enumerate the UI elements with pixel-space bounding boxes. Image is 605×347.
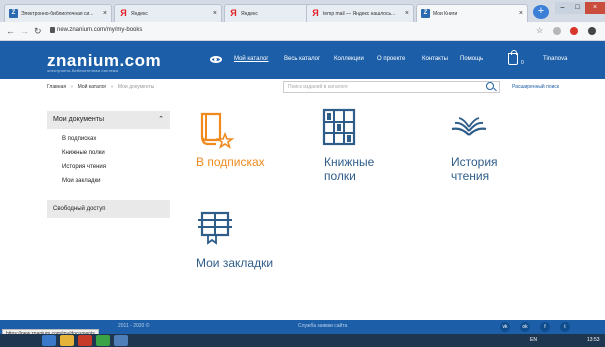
extension-icon[interactable] xyxy=(553,27,561,35)
windows-taskbar: EN 13:53 xyxy=(0,334,605,347)
taskbar-folder-icon[interactable] xyxy=(60,335,74,346)
taskbar-ie-icon[interactable] xyxy=(42,335,56,346)
tile-subscriptions-label[interactable]: В подписках xyxy=(196,155,265,169)
new-tab-button[interactable]: + xyxy=(533,5,549,19)
sidebar-item-bookmarks[interactable]: Мои закладки xyxy=(62,178,101,184)
browser-tab[interactable]: Z Электронно-библиотечная си... × xyxy=(4,4,112,22)
user-name-link[interactable]: Tinanova xyxy=(543,56,567,62)
nav-collections[interactable]: Коллекции xyxy=(334,56,364,62)
nav-help[interactable]: Помощь xyxy=(460,56,483,62)
znanium-favicon-icon: Z xyxy=(9,9,18,18)
nav-my-catalog[interactable]: Мой каталог xyxy=(234,56,269,62)
minimize-button[interactable]: – xyxy=(555,2,570,14)
tile-reading-history[interactable] xyxy=(450,117,488,144)
tile-bookmarks[interactable] xyxy=(196,210,236,251)
breadcrumb-separator: » xyxy=(110,84,114,90)
advanced-search-link[interactable]: Расширенный поиск xyxy=(512,84,559,90)
social-facebook-icon[interactable]: f xyxy=(540,322,550,332)
sidebar-free-access[interactable]: Свободный доступ xyxy=(47,200,170,218)
search-input[interactable]: Поиск изданий в каталоге xyxy=(283,81,500,93)
back-arrow-icon[interactable]: ← xyxy=(6,26,15,36)
yandex-favicon-icon: Я xyxy=(312,8,319,18)
window-controls: – □ × xyxy=(555,2,605,14)
tile-bookmarks-label[interactable]: Мои закладки xyxy=(196,256,273,270)
search-icon[interactable] xyxy=(486,82,494,90)
taskbar-chrome-icon[interactable] xyxy=(96,335,110,346)
taskbar-word-icon[interactable] xyxy=(114,335,128,346)
taskbar-language[interactable]: EN xyxy=(530,337,537,343)
extension-red-icon[interactable] xyxy=(570,27,578,35)
bookmark-reader-icon xyxy=(198,211,232,245)
taskbar-clock[interactable]: 13:53 xyxy=(587,337,600,343)
tile-subscriptions[interactable] xyxy=(196,110,236,155)
znanium-favicon-icon: Z xyxy=(421,9,430,18)
book-star-icon xyxy=(200,112,235,149)
forward-arrow-icon[interactable]: → xyxy=(20,26,29,36)
social-ok-icon[interactable]: ok xyxy=(520,322,530,332)
site-header: znanium.com электронно-библиотечная сист… xyxy=(0,41,605,79)
documents-sidebar: Мои документы ⌃ В подписках Книжные полк… xyxy=(47,111,170,219)
close-tab-icon[interactable]: × xyxy=(405,10,409,17)
sidebar-item-bookshelves[interactable]: Книжные полки xyxy=(62,150,105,156)
chevron-up-icon[interactable]: ⌃ xyxy=(158,115,164,123)
tile-reading-history-label[interactable]: История чтения xyxy=(451,155,498,183)
browser-tab[interactable]: Я Яндекс × xyxy=(114,4,222,22)
close-tab-icon[interactable]: × xyxy=(103,10,107,17)
open-book-icon xyxy=(451,117,487,136)
address-bar: ← → ↻ new.znanium.com/my/my-books ☆ xyxy=(0,22,605,41)
reload-icon[interactable]: ↻ xyxy=(34,26,42,37)
browser-tab[interactable]: Я temp mail — Яндекс нашлось... × xyxy=(306,4,414,22)
nav-all-catalog[interactable]: Весь каталог xyxy=(284,56,320,62)
breadcrumb: Главная » Мой каталог » Мои документы xyxy=(47,84,157,90)
footer-copyright: 2011 - 2020 © xyxy=(118,323,150,329)
browser-tab-active[interactable]: Z Мои Книги × xyxy=(416,4,528,22)
accessibility-eye-icon[interactable] xyxy=(210,56,222,63)
nav-contacts[interactable]: Контакты xyxy=(422,56,448,62)
nav-about[interactable]: О проекте xyxy=(377,56,405,62)
url-field[interactable]: new.znanium.com/my/my-books xyxy=(57,27,142,33)
bookmark-star-icon[interactable]: ☆ xyxy=(536,26,543,35)
cart-bag-icon[interactable] xyxy=(508,50,518,65)
close-tab-icon[interactable]: × xyxy=(213,10,217,17)
yandex-favicon-icon: Я xyxy=(120,8,127,18)
close-tab-icon[interactable]: × xyxy=(519,10,523,17)
breadcrumb-home[interactable]: Главная xyxy=(47,84,66,90)
profile-icon[interactable] xyxy=(588,27,596,35)
close-window-button[interactable]: × xyxy=(585,2,605,14)
footer-middle-text[interactable]: Служба заявки сайта xyxy=(298,323,347,329)
cart-count: 0 xyxy=(521,60,524,66)
breadcrumb-current: Мои документы xyxy=(117,84,155,90)
browser-tab-bar: Z Электронно-библиотечная си... × Я Янде… xyxy=(0,0,605,22)
taskbar-app-icon[interactable] xyxy=(78,335,92,346)
social-twitter-icon[interactable]: t xyxy=(560,322,570,332)
breadcrumb-separator: » xyxy=(70,84,74,90)
sidebar-item-reading-history[interactable]: История чтения xyxy=(62,164,106,170)
tile-bookshelves-label[interactable]: Книжные полки xyxy=(324,155,374,183)
lock-icon xyxy=(50,27,55,33)
maximize-button[interactable]: □ xyxy=(570,2,585,14)
site-logo-subtitle: электронно-библиотечная система xyxy=(47,68,118,73)
breadcrumb-my-catalog[interactable]: Мой каталог xyxy=(78,84,107,90)
social-vk-icon[interactable]: vk xyxy=(500,322,510,332)
sidebar-header-my-documents[interactable]: Мои документы ⌃ xyxy=(47,111,170,129)
sidebar-item-subscriptions[interactable]: В подписках xyxy=(62,136,96,142)
tile-bookshelves[interactable] xyxy=(322,108,356,151)
yandex-favicon-icon: Я xyxy=(230,8,237,18)
bookshelf-icon xyxy=(322,108,356,146)
